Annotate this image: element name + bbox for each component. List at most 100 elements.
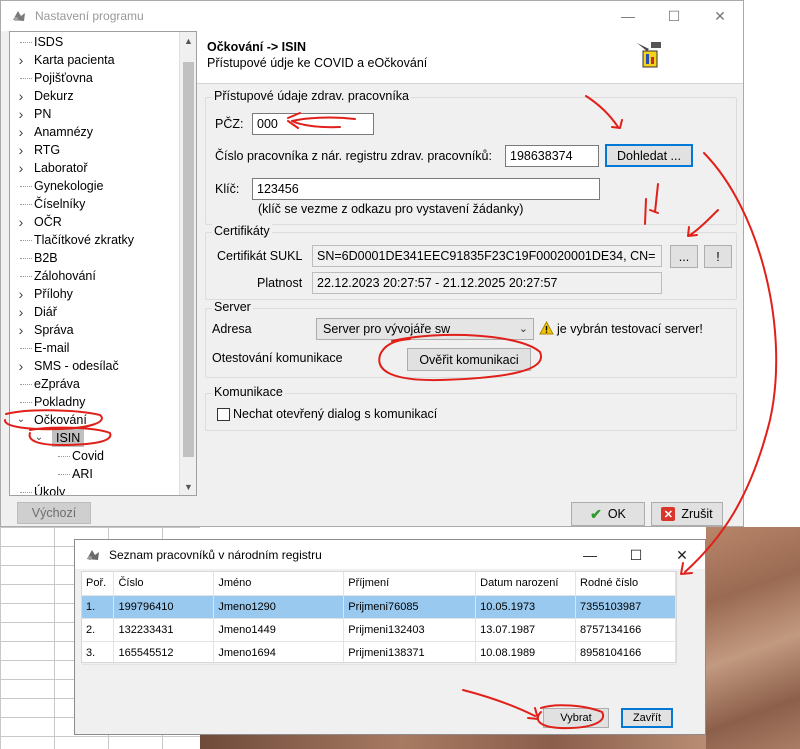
tree-item[interactable]: Zálohování [10,267,179,285]
tree-item[interactable]: B2B [10,249,179,267]
tree-item-label: Covid [72,449,104,463]
tree-item[interactable]: eZpráva [10,375,179,393]
tree-connector [20,42,32,43]
tree-item[interactable]: › PN [10,105,179,123]
chevron-down-icon[interactable]: ⌄ [16,411,26,429]
col-header[interactable]: Jméno [213,572,345,596]
browse-cert-button[interactable]: ... [670,245,698,268]
scroll-thumb[interactable] [183,62,194,457]
maximize-icon[interactable]: ☐ [613,540,659,570]
tree-item[interactable]: Covid [10,447,179,465]
minimize-icon[interactable]: — [605,1,651,31]
verify-communication-button[interactable]: Ověřit komunikaci [407,348,531,371]
ok-button[interactable]: ✔ OK [571,502,645,526]
tree-item[interactable]: E-mail [10,339,179,357]
cancel-button[interactable]: ✕ Zrušit [651,502,723,526]
tree-item[interactable]: › Laboratoř [10,159,179,177]
tree-item-label: RTG [34,143,61,157]
check-icon: ✔ [590,505,602,522]
tree-item[interactable]: ARI [10,465,179,483]
table-row[interactable]: 1. 199796410 Jmeno1290 Prijmeni76085 10.05.1… [82,595,676,619]
key-label: Klíč: [215,182,240,196]
tree-item[interactable]: Pokladny [10,393,179,411]
app-icon [13,11,25,21]
sukl-label: Certifikát SUKL [217,249,303,263]
lookup-button[interactable]: Dohledat ... [605,144,693,167]
tree-connector [20,240,32,241]
tree-item-label: Pokladny [34,395,86,409]
sukl-cert-field[interactable]: SN=6D0001DE341EEC91835F23C19F00020001DE3… [312,245,662,267]
chevron-down-icon[interactable]: ⌄ [34,429,44,447]
minimize-icon[interactable]: — [567,540,613,570]
maximize-icon[interactable]: ☐ [651,1,697,31]
chevron-right-icon[interactable]: › [16,159,26,177]
keep-dialog-checkbox[interactable] [217,408,230,421]
tree-item[interactable]: › OČR [10,213,179,231]
col-header[interactable]: Poř. [82,572,115,596]
tree-item[interactable]: ⌄ Očkování [10,411,179,429]
worker-number-input[interactable]: 198638374 [505,145,599,167]
cert-info-button[interactable]: ! [704,245,732,268]
desktop-background [744,0,800,527]
tree-item[interactable]: › SMS - odesílač [10,357,179,375]
col-header[interactable]: Příjmení [343,572,477,596]
tree-item[interactable]: ⌄ ISIN [10,429,179,447]
tree-item[interactable]: Pojišťovna [10,69,179,87]
chevron-right-icon[interactable]: › [16,303,26,321]
table-row[interactable]: 2. 132233431 Jmeno1449 Prijmeni132403 13.07.… [82,618,676,642]
chevron-right-icon[interactable]: › [16,123,26,141]
close-icon[interactable]: ✕ [697,1,743,31]
table-cell-surname: Prijmeni132403 [343,618,477,642]
key-input[interactable]: 123456 [252,178,600,200]
col-header[interactable]: Rodné číslo [575,572,676,596]
select-button[interactable]: Vybrat [543,708,609,728]
tree-item[interactable]: › Dekurz [10,87,179,105]
settings-tree[interactable]: ISDS › Karta pacienta Pojišťovna › Dekurz › PN ›… [9,31,197,496]
chevron-right-icon[interactable]: › [16,213,26,231]
tree-item[interactable]: › Karta pacienta [10,51,179,69]
tree-item[interactable]: Tlačítkové zkratky [10,231,179,249]
tree-item[interactable]: › RTG [10,141,179,159]
cert-group: Certifikáty Certifikát SUKL SN=6D0001DE3… [205,224,737,300]
tree-scrollbar[interactable]: ▲ ▼ [179,32,196,495]
tree-item-label: Dekurz [34,89,74,103]
tree-connector [20,78,32,79]
chevron-right-icon[interactable]: › [16,285,26,303]
table-cell-number: 199796410 [113,595,215,619]
keep-dialog-label[interactable]: Nechat otevřený dialog s komunikací [233,407,437,421]
chevron-right-icon[interactable]: › [16,87,26,105]
col-header[interactable]: Číslo [113,572,215,596]
scroll-up-icon[interactable]: ▲ [180,32,196,49]
scroll-down-icon[interactable]: ▼ [180,478,196,495]
tree-item[interactable]: › Diář [10,303,179,321]
chevron-right-icon[interactable]: › [16,51,26,69]
tree-item[interactable]: Úkoly [10,483,179,495]
chevron-right-icon[interactable]: › [16,105,26,123]
table-cell-surname: Prijmeni138371 [343,641,477,665]
tree-item-label: Anamnézy [34,125,94,139]
worker-grid[interactable]: Poř. Číslo Jméno Příjmení Datum narození… [81,571,677,665]
chevron-right-icon[interactable]: › [16,321,26,339]
tree-item[interactable]: › Správa [10,321,179,339]
tree-item[interactable]: › Anamnézy [10,123,179,141]
tree-item[interactable]: Gynekologie [10,177,179,195]
table-cell-name: Jmeno1290 [213,595,345,619]
pane-header: Očkování -> ISIN Přístupové údje ke COVI… [197,31,743,84]
close-button[interactable]: Zavřít [621,708,673,728]
tree-connector [20,186,32,187]
tree-item[interactable]: Číselníky [10,195,179,213]
tree-item-label: Číselníky [34,197,86,211]
table-cell-no: 3. [82,641,115,665]
pcz-input[interactable]: 000 [252,113,374,135]
chevron-right-icon[interactable]: › [16,357,26,375]
table-row[interactable]: 3. 165545512 Jmeno1694 Prijmeni138371 10.08.… [82,641,676,665]
default-button[interactable]: Výchozí [17,502,91,524]
tree-item[interactable]: ISDS [10,33,179,51]
tree-item-label: Přílohy [34,287,73,301]
tree-item[interactable]: › Přílohy [10,285,179,303]
server-select[interactable]: Server pro vývojáře sw ⌄ [316,318,534,340]
chevron-right-icon[interactable]: › [16,141,26,159]
close-icon[interactable]: ✕ [659,540,705,570]
server-group: Server Adresa Server pro vývojáře sw ⌄ j… [205,300,737,378]
col-header[interactable]: Datum narození [475,572,577,596]
